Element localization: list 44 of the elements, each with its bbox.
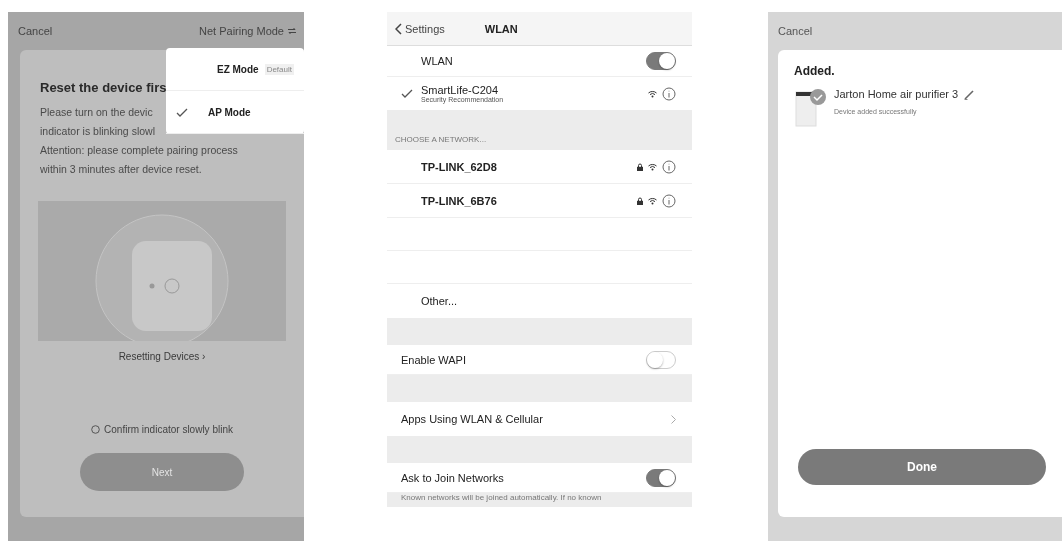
- network-name[interactable]: TP-LINK_62D8: [421, 160, 637, 173]
- instruction-line: Attention: please complete pairing process: [40, 143, 238, 158]
- wifi-icon: [648, 196, 657, 205]
- pencil-icon[interactable]: [964, 88, 976, 100]
- footnote-text: Known networks will be joined automatically. If no known: [401, 493, 602, 502]
- setting-label: WLAN: [421, 55, 454, 67]
- screen-title: WLAN: [484, 22, 518, 35]
- info-icon[interactable]: [662, 193, 676, 208]
- info-icon[interactable]: [662, 159, 676, 174]
- step-title: Reset the device firs: [40, 80, 168, 95]
- added-title: Added.: [794, 64, 836, 78]
- confirm-label: Confirm indicator slowly blink: [104, 424, 233, 435]
- device-name: Jarton Home air purifier 3: [834, 88, 959, 100]
- cancel-link[interactable]: Cancel: [18, 25, 53, 37]
- setting-label: Ask to Join Networks: [401, 471, 505, 484]
- wifi-icon: [648, 162, 657, 171]
- checkmark-icon: [401, 89, 413, 98]
- network-name[interactable]: TP-LINK_6B76: [421, 194, 637, 207]
- other-network-label[interactable]: Other...: [421, 295, 676, 307]
- toggle-switch[interactable]: [646, 468, 676, 487]
- wifi-icon: [648, 89, 657, 98]
- instruction-line: indicator is blinking slowl: [40, 124, 155, 139]
- done-button[interactable]: Done: [798, 449, 1046, 485]
- info-icon[interactable]: [662, 86, 676, 101]
- network-name: SmartLife-C204: [421, 84, 500, 96]
- setting-label: Enable WAPI: [401, 353, 467, 366]
- toggle-switch[interactable]: [646, 52, 676, 70]
- swap-icon: [288, 28, 296, 34]
- mode-option[interactable]: EZ Mode Default: [166, 48, 304, 91]
- resetting-devices-link[interactable]: Resetting Devices ›: [20, 351, 304, 362]
- section-header: CHOOSE A NETWORK...: [395, 135, 487, 146]
- chevron-icon: [671, 414, 676, 424]
- instruction-line: within 3 minutes after device reset.: [40, 162, 202, 177]
- radio-button[interactable]: [91, 425, 101, 434]
- instruction-line: Please turn on the devic: [40, 105, 153, 120]
- chevron-left-icon: [395, 22, 402, 35]
- toggle-switch[interactable]: [646, 350, 676, 369]
- air-purifier-icon: [794, 88, 828, 128]
- back-button[interactable]: Settings: [395, 22, 445, 35]
- default-badge: Default: [264, 63, 294, 75]
- setting-label[interactable]: Apps Using WLAN & Cellular: [401, 413, 671, 425]
- cancel-link[interactable]: Cancel: [778, 25, 813, 37]
- pairing-mode-menu[interactable]: Net Pairing Mode: [199, 25, 296, 37]
- mode-option[interactable]: AP Mode: [166, 91, 304, 134]
